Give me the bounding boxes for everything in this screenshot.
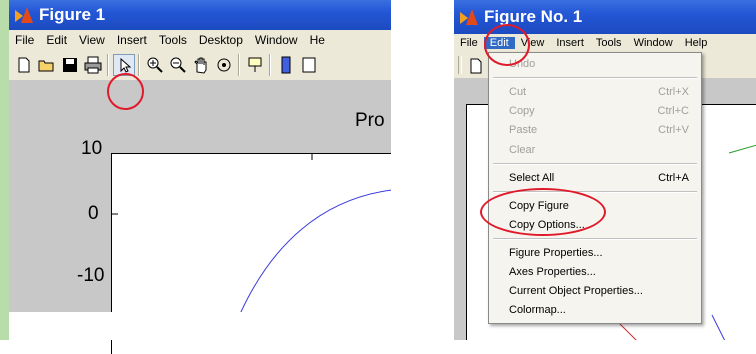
pan-hand-icon[interactable] bbox=[190, 54, 212, 76]
menu-bar: File Edit View Insert Tools Desktop Wind… bbox=[9, 30, 391, 50]
legend-icon[interactable] bbox=[298, 54, 320, 76]
new-figure-icon[interactable] bbox=[13, 54, 35, 76]
menu-item-label: Axes Properties... bbox=[509, 266, 596, 278]
y-tick-label: 10 bbox=[81, 138, 103, 159]
menu-help[interactable]: Help bbox=[679, 37, 714, 49]
gap-background bbox=[391, 0, 454, 340]
menu-window[interactable]: Window bbox=[628, 37, 679, 49]
toolbar-separator bbox=[107, 54, 109, 76]
menu-item-shortcut: Ctrl+X bbox=[658, 86, 689, 98]
menu-item-label: Paste bbox=[509, 124, 538, 136]
menu-item-label: Colormap... bbox=[509, 304, 566, 316]
menu-item-label: Select All bbox=[509, 172, 555, 184]
gap-background bbox=[9, 312, 391, 340]
toolbar-separator bbox=[138, 54, 140, 76]
menu-item-paste[interactable]: Paste Ctrl+V bbox=[509, 121, 689, 139]
data-cursor-icon[interactable] bbox=[244, 54, 266, 76]
toolbar-grip bbox=[458, 56, 462, 74]
toolbar-separator bbox=[269, 54, 271, 76]
menu-separator bbox=[493, 77, 697, 79]
menu-insert[interactable]: Insert bbox=[550, 37, 590, 49]
window-title: Figure No. 1 bbox=[484, 7, 583, 26]
menu-item-undo[interactable]: Undo bbox=[509, 55, 689, 73]
menu-edit[interactable]: Edit bbox=[40, 33, 73, 47]
menu-item-label: Current Object Properties... bbox=[509, 285, 643, 297]
highlight-circle bbox=[480, 188, 606, 236]
print-icon[interactable] bbox=[82, 54, 104, 76]
menu-separator bbox=[493, 238, 697, 240]
menu-view[interactable]: View bbox=[73, 33, 111, 47]
background-strip bbox=[0, 0, 9, 340]
zoom-out-icon[interactable] bbox=[167, 54, 189, 76]
menu-item-shortcut: Ctrl+A bbox=[658, 172, 689, 184]
plot-title: Pro bbox=[355, 110, 385, 131]
open-file-icon[interactable] bbox=[36, 54, 58, 76]
colorbar-icon[interactable] bbox=[275, 54, 297, 76]
menu-item-copy[interactable]: Copy Ctrl+C bbox=[509, 102, 689, 120]
y-tick-label: 0 bbox=[88, 203, 99, 224]
matlab-logo-icon bbox=[460, 9, 478, 25]
menu-help[interactable]: He bbox=[304, 33, 331, 47]
menu-item-label: Cut bbox=[509, 86, 527, 98]
window-title: Figure 1 bbox=[39, 5, 106, 24]
menu-item-colormap[interactable]: Colormap... bbox=[509, 301, 689, 319]
menu-separator bbox=[493, 163, 697, 165]
menu-desktop[interactable]: Desktop bbox=[193, 33, 249, 47]
menu-item-select-all[interactable]: Select All Ctrl+A bbox=[509, 169, 689, 187]
menu-file[interactable]: File bbox=[454, 37, 484, 49]
menu-item-label: Copy bbox=[509, 105, 535, 117]
menu-window[interactable]: Window bbox=[249, 33, 304, 47]
title-bar[interactable]: Figure 1 bbox=[9, 0, 391, 30]
menu-file[interactable]: File bbox=[9, 33, 40, 47]
menu-tools[interactable]: Tools bbox=[153, 33, 193, 47]
menu-item-label: Figure Properties... bbox=[509, 247, 603, 259]
new-figure-icon[interactable] bbox=[465, 55, 487, 77]
y-tick-label: -10 bbox=[77, 265, 105, 286]
edit-menu-dropdown: Undo Cut Ctrl+X Copy Ctrl+C Paste Ctrl+V Cl… bbox=[488, 52, 702, 324]
menu-item-label: Clear bbox=[509, 144, 536, 156]
menu-item-current-object-properties[interactable]: Current Object Properties... bbox=[509, 282, 689, 300]
menu-item-clear[interactable]: Clear bbox=[509, 141, 689, 159]
highlight-circle bbox=[107, 73, 144, 110]
menu-item-shortcut: Ctrl+C bbox=[657, 105, 689, 117]
menu-item-cut[interactable]: Cut Ctrl+X bbox=[509, 83, 689, 101]
matlab-logo-icon bbox=[15, 7, 33, 23]
menu-item-shortcut: Ctrl+V bbox=[658, 124, 689, 136]
rotate-3d-icon[interactable] bbox=[213, 54, 235, 76]
menu-insert[interactable]: Insert bbox=[111, 33, 153, 47]
save-icon[interactable] bbox=[59, 54, 81, 76]
toolbar bbox=[9, 50, 391, 81]
menu-tools[interactable]: Tools bbox=[590, 37, 628, 49]
toolbar-separator bbox=[238, 54, 240, 76]
highlight-circle bbox=[484, 24, 530, 66]
menu-item-axes-properties[interactable]: Axes Properties... bbox=[509, 263, 689, 281]
menu-item-figure-properties[interactable]: Figure Properties... bbox=[509, 244, 689, 262]
zoom-in-icon[interactable] bbox=[144, 54, 166, 76]
